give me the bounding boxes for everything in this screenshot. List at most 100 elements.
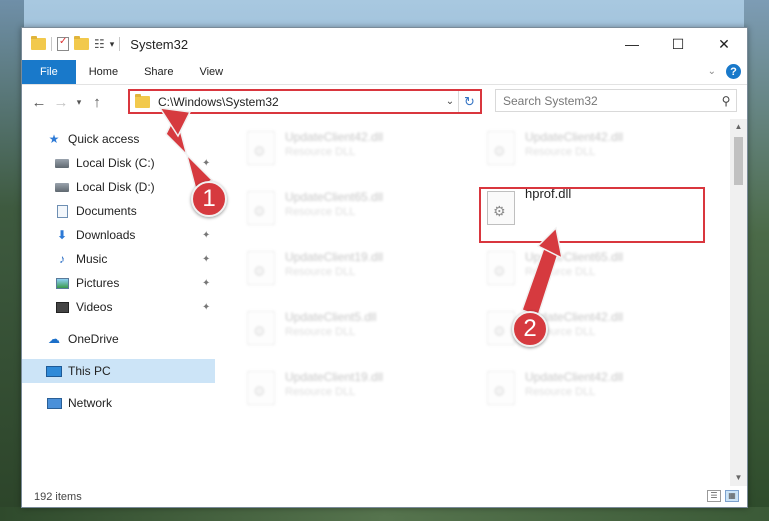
chevron-down-icon[interactable]: ⌄ bbox=[442, 96, 458, 107]
sidebar-item-label: OneDrive bbox=[68, 332, 119, 346]
pin-icon[interactable]: ✦ bbox=[202, 278, 210, 289]
status-bar: 192 items ☰ ▦ bbox=[22, 486, 747, 507]
pin-icon[interactable]: ✦ bbox=[202, 230, 210, 241]
sidebar-item-label: Quick access bbox=[68, 132, 140, 146]
window-title: System32 bbox=[130, 36, 189, 52]
file-tile[interactable]: UpdateClient5.dll Resource DLL bbox=[239, 305, 459, 357]
dll-file-icon bbox=[247, 131, 275, 165]
scroll-up-icon[interactable]: ▲ bbox=[730, 119, 747, 135]
toolbar-separator bbox=[51, 37, 52, 51]
chevron-down-icon[interactable]: ⌄ bbox=[708, 66, 716, 77]
file-type: Resource DLL bbox=[285, 386, 356, 398]
file-highlight-box bbox=[479, 187, 705, 243]
file-type: Resource DLL bbox=[525, 146, 596, 158]
documents-icon bbox=[54, 204, 70, 218]
help-icon[interactable]: ? bbox=[726, 64, 741, 79]
sidebar-item-label: Pictures bbox=[76, 276, 120, 290]
file-tile[interactable]: UpdateClient19.dll Resource DLL bbox=[239, 365, 459, 417]
properties-icon[interactable] bbox=[57, 36, 69, 51]
forward-arrow-icon[interactable]: → bbox=[50, 94, 72, 111]
sidebar-item-documents[interactable]: Documents bbox=[22, 199, 215, 223]
file-name: UpdateClient5.dll bbox=[285, 310, 377, 324]
sidebar-item-pictures[interactable]: Pictures ✦ bbox=[22, 271, 215, 295]
up-arrow-icon[interactable]: ↑ bbox=[86, 94, 108, 111]
recent-locations-icon[interactable]: ▾ bbox=[72, 97, 86, 108]
file-tile[interactable]: UpdateClient19.dll Resource DLL bbox=[239, 245, 459, 297]
file-tile[interactable]: UpdateClient65.dll Resource DLL bbox=[479, 245, 699, 297]
folder-icon bbox=[31, 36, 46, 50]
pin-icon[interactable]: ✦ bbox=[202, 254, 210, 265]
file-type: Resource DLL bbox=[285, 266, 356, 278]
minimize-button[interactable]: — bbox=[609, 28, 655, 60]
toolbar-separator bbox=[119, 37, 121, 51]
file-type: Resource DLL bbox=[525, 266, 596, 278]
new-folder-icon[interactable] bbox=[74, 36, 89, 50]
sidebar-item-label: Documents bbox=[76, 204, 137, 218]
vertical-scrollbar[interactable]: ▲ ▼ bbox=[730, 119, 747, 486]
tab-file[interactable]: File bbox=[22, 60, 76, 84]
chevron-down-icon[interactable]: ▾ bbox=[110, 39, 115, 50]
sidebar-item-label: Network bbox=[68, 396, 113, 410]
sidebar-item-videos[interactable]: Videos ✦ bbox=[22, 295, 215, 319]
file-type: Resource DLL bbox=[285, 326, 356, 338]
refresh-icon[interactable]: ↻ bbox=[458, 91, 480, 112]
computer-icon bbox=[46, 364, 62, 378]
file-list: UpdateClient42.dll Resource DLL UpdateCl… bbox=[215, 123, 734, 483]
network-icon bbox=[46, 396, 62, 410]
folder-icon bbox=[135, 93, 150, 108]
search-box[interactable]: Search System32 ⚲ bbox=[495, 89, 737, 112]
scroll-down-icon[interactable]: ▼ bbox=[730, 470, 747, 486]
sidebar-item-onedrive[interactable]: ☁ OneDrive bbox=[22, 327, 215, 351]
sidebar-item-network[interactable]: Network bbox=[22, 391, 215, 415]
sidebar-item-label: Music bbox=[76, 252, 108, 266]
navigation-bar: ← → ▾ ↑ C:\Windows\System32 ⌄ ↻ Search S… bbox=[22, 86, 747, 118]
item-count: 192 items bbox=[34, 490, 82, 503]
ribbon-right-controls: ⌄ ? bbox=[708, 64, 741, 79]
tiles-view-icon[interactable]: ▦ bbox=[725, 490, 739, 502]
quick-access-toolbar: ☷ ▾ bbox=[22, 36, 121, 51]
file-name: UpdateClient42.dll bbox=[525, 130, 624, 144]
pin-icon[interactable]: ✦ bbox=[202, 302, 210, 313]
sidebar-item-label: Local Disk (D:) bbox=[76, 180, 155, 194]
music-icon: ♪ bbox=[59, 252, 65, 266]
customize-toolbar-icon[interactable]: ☷ bbox=[94, 37, 105, 51]
file-tile[interactable]: UpdateClient42.dll Resource DLL bbox=[239, 125, 459, 177]
dll-file-icon bbox=[247, 311, 275, 345]
sidebar-item-quick-access[interactable]: ★ Quick access bbox=[22, 127, 215, 151]
step-2-badge: 2 bbox=[512, 311, 548, 347]
search-input[interactable]: Search System32 bbox=[503, 94, 716, 108]
close-button[interactable]: ✕ bbox=[701, 28, 747, 60]
file-tile[interactable]: UpdateClient65.dll Resource DLL bbox=[239, 185, 459, 237]
window-controls: — ☐ ✕ bbox=[609, 28, 747, 60]
back-arrow-icon[interactable]: ← bbox=[28, 94, 50, 111]
address-path[interactable]: C:\Windows\System32 bbox=[158, 95, 442, 109]
dll-file-icon bbox=[487, 251, 515, 285]
tab-view[interactable]: View bbox=[186, 60, 236, 84]
tab-share[interactable]: Share bbox=[131, 60, 186, 84]
title-bar: ☷ ▾ System32 — ☐ ✕ bbox=[22, 28, 747, 60]
sidebar-item-downloads[interactable]: ⬇ Downloads ✦ bbox=[22, 223, 215, 247]
file-name: UpdateClient19.dll bbox=[285, 250, 384, 264]
star-icon: ★ bbox=[48, 132, 60, 146]
tab-home[interactable]: Home bbox=[76, 60, 131, 84]
file-tile[interactable]: UpdateClient42.dll Resource DLL bbox=[479, 365, 699, 417]
sidebar-item-label: Downloads bbox=[76, 228, 136, 242]
pictures-icon bbox=[54, 276, 70, 290]
pin-icon[interactable]: ✦ bbox=[202, 158, 210, 169]
view-switcher: ☰ ▦ bbox=[707, 490, 739, 502]
maximize-button[interactable]: ☐ bbox=[655, 28, 701, 60]
search-icon[interactable]: ⚲ bbox=[716, 94, 736, 108]
file-tile[interactable]: UpdateClient42.dll Resource DLL bbox=[479, 125, 699, 177]
scrollbar-thumb[interactable] bbox=[734, 137, 743, 185]
sidebar-item-music[interactable]: ♪ Music ✦ bbox=[22, 247, 215, 271]
step-1-badge: 1 bbox=[191, 181, 227, 217]
file-type: Resource DLL bbox=[285, 206, 356, 218]
sidebar-item-this-pc[interactable]: This PC bbox=[22, 359, 215, 383]
sidebar-item-local-disk-c[interactable]: Local Disk (C:) ✦ bbox=[22, 151, 215, 175]
details-view-icon[interactable]: ☰ bbox=[707, 490, 721, 502]
dll-file-icon bbox=[247, 251, 275, 285]
cloud-icon: ☁ bbox=[48, 332, 60, 346]
navigation-pane: ★ Quick access Local Disk (C:) ✦ Local D… bbox=[22, 123, 215, 483]
address-bar[interactable]: C:\Windows\System32 ⌄ ↻ bbox=[128, 89, 482, 114]
sidebar-item-local-disk-d[interactable]: Local Disk (D:) bbox=[22, 175, 215, 199]
